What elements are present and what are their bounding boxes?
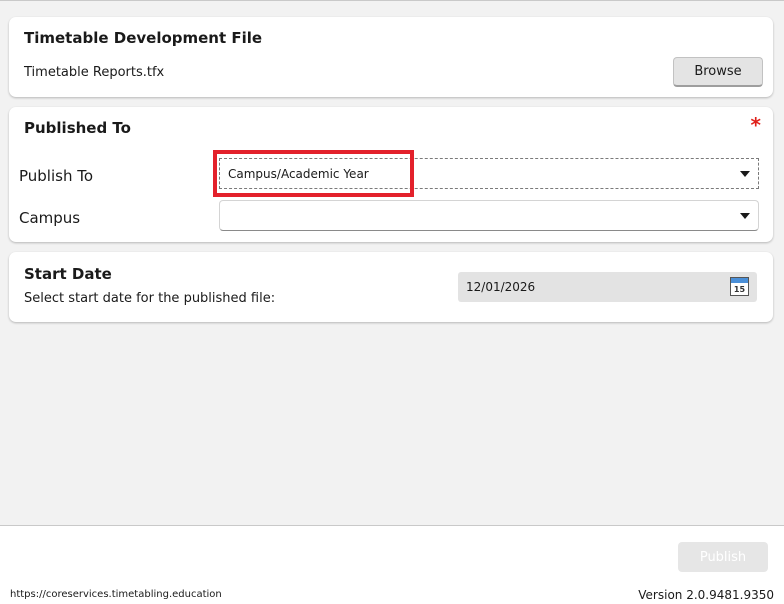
calendar-icon[interactable]: 15 <box>730 277 749 296</box>
chevron-down-icon <box>740 212 750 219</box>
card-title: Published To <box>24 119 131 137</box>
chevron-down-icon <box>740 170 750 177</box>
version-label: Version 2.0.9481.9350 <box>638 588 774 602</box>
start-date-card: Start Date Select start date for the pub… <box>9 252 773 322</box>
publish-window: Timetable Development File Timetable Rep… <box>0 0 784 604</box>
browse-button[interactable]: Browse <box>673 57 763 87</box>
publish-to-value: Campus/Academic Year <box>228 166 369 181</box>
start-date-value: 12/01/2026 <box>466 280 536 294</box>
card-title: Start Date <box>24 265 112 283</box>
publish-button[interactable]: Publish <box>678 542 768 572</box>
card-title: Timetable Development File <box>24 29 263 47</box>
campus-label: Campus <box>19 209 81 227</box>
start-date-description: Select start date for the published file… <box>24 291 276 306</box>
campus-dropdown[interactable] <box>219 200 759 231</box>
required-asterisk: * <box>750 113 761 137</box>
publish-to-label: Publish To <box>19 167 94 185</box>
timetable-file-card: Timetable Development File Timetable Rep… <box>9 17 773 97</box>
file-name: Timetable Reports.tfx <box>24 65 165 80</box>
footer-bar: Publish https://coreservices.timetabling… <box>0 525 784 604</box>
publish-to-dropdown[interactable]: Campus/Academic Year <box>219 158 759 189</box>
start-date-picker[interactable]: 12/01/2026 15 <box>458 272 757 302</box>
service-url: https://coreservices.timetabling.educati… <box>10 589 222 600</box>
published-to-card: Published To * Publish To Campus/Academi… <box>9 107 773 242</box>
